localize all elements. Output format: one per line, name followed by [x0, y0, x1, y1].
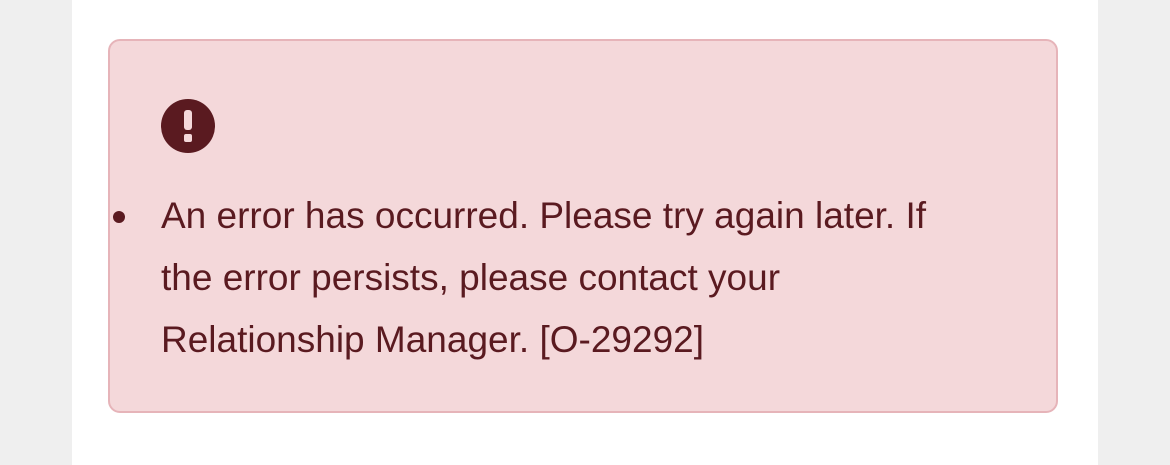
exclamation-bar [184, 110, 192, 130]
error-message-item: An error has occurred. Please try again … [110, 185, 961, 371]
exclamation-dot [184, 134, 192, 142]
bullet-icon [113, 211, 125, 223]
exclamation-circle-icon [161, 99, 215, 153]
error-message-list: An error has occurred. Please try again … [110, 185, 1056, 371]
error-alert: An error has occurred. Please try again … [108, 39, 1058, 413]
error-message-text: An error has occurred. Please try again … [161, 195, 927, 360]
